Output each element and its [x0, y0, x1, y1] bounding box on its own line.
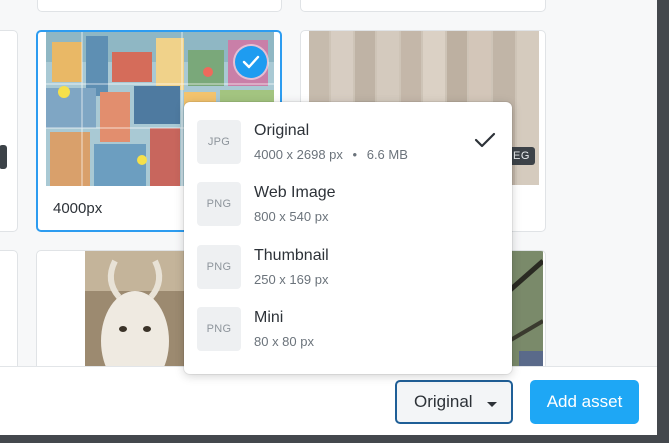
- ext-tag: [0, 145, 7, 169]
- meta-separator: •: [352, 147, 358, 162]
- option-name: Thumbnail: [254, 247, 329, 264]
- format-badge: PNG: [197, 307, 241, 351]
- chevron-down-icon: [487, 402, 497, 407]
- size-option-mini[interactable]: PNG Mini 80 x 80 px: [184, 289, 512, 351]
- asset-card-top-right[interactable]: [300, 0, 546, 12]
- asset-card-top-left[interactable]: [37, 0, 282, 12]
- image-size-select[interactable]: Original: [395, 380, 513, 424]
- checkmark-icon: [474, 132, 496, 148]
- option-name: Mini: [254, 309, 284, 326]
- asset-card-left-partial[interactable]: [0, 30, 18, 232]
- selected-check-badge: [235, 46, 267, 78]
- option-name: Original: [254, 122, 310, 139]
- size-option-original[interactable]: JPG Original 4000 x 2698 px • 6.6 MB: [184, 102, 512, 164]
- option-dimensions: 4000 x 2698 px: [254, 147, 343, 162]
- format-badge: PNG: [197, 182, 241, 226]
- image-size-menu: JPG Original 4000 x 2698 px • 6.6 MB PNG…: [184, 102, 512, 374]
- option-meta: 4000 x 2698 px • 6.6 MB: [254, 147, 408, 162]
- window-bottom-edge: [0, 435, 657, 443]
- option-dimensions: 800 x 540 px: [254, 209, 329, 224]
- window-edge: [657, 0, 669, 443]
- format-badge: PNG: [197, 245, 241, 289]
- option-name: Web Image: [254, 184, 336, 201]
- image-size-select-value: Original: [414, 392, 473, 411]
- size-option-thumbnail[interactable]: PNG Thumbnail 250 x 169 px: [184, 227, 512, 289]
- asset-card-left-partial-2[interactable]: [0, 250, 18, 380]
- add-asset-button[interactable]: Add asset: [530, 380, 639, 424]
- option-file-size: 6.6 MB: [366, 147, 408, 162]
- option-dimensions: 80 x 80 px: [254, 334, 314, 349]
- checkmark-icon: [242, 55, 260, 69]
- size-option-web-image[interactable]: PNG Web Image 800 x 540 px: [184, 164, 512, 226]
- option-dimensions: 250 x 169 px: [254, 272, 329, 287]
- format-badge: JPG: [197, 120, 241, 164]
- file-extension-tag: EG: [508, 147, 535, 165]
- asset-card-label: 4000px: [53, 200, 103, 217]
